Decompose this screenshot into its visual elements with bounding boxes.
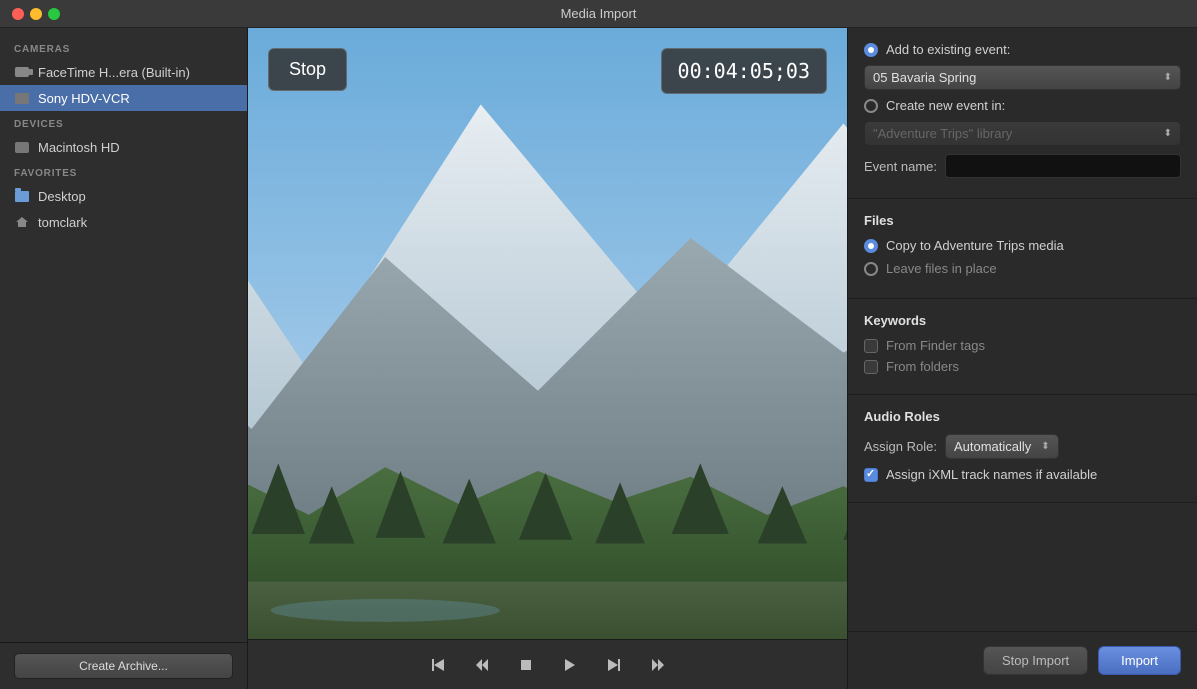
assign-role-dropdown[interactable]: Automatically ⬍ [945, 434, 1059, 459]
right-panel: Add to existing event: 05 Bavaria Spring… [847, 28, 1197, 689]
dropdown-arrow-icon: ⬍ [1164, 128, 1172, 139]
video-container: Stop 00:04:05;03 [248, 28, 847, 639]
files-section: Files Copy to Adventure Trips media Leav… [848, 199, 1197, 299]
sidebar-item-label: tomclark [38, 215, 87, 230]
camera-icon [14, 64, 30, 80]
leave-files-label: Leave files in place [886, 261, 997, 276]
ixml-label: Assign iXML track names if available [886, 467, 1097, 482]
sidebar-item-facetime[interactable]: FaceTime H...era (Built-in) [0, 59, 247, 85]
playback-controls [248, 639, 847, 689]
sidebar-item-tomclark[interactable]: tomclark [0, 209, 247, 235]
add-to-existing-radio[interactable] [864, 43, 878, 57]
stop-button[interactable] [512, 651, 540, 679]
create-new-event-radio[interactable] [864, 99, 878, 113]
video-preview: Stop 00:04:05;03 [248, 28, 847, 639]
add-to-existing-row: Add to existing event: [864, 42, 1181, 57]
home-icon [14, 214, 30, 230]
favorites-section-label: FAVORITES [0, 160, 247, 183]
mountain-scene [248, 28, 847, 639]
traffic-lights [12, 8, 60, 20]
cameras-section-label: CAMERAS [0, 36, 247, 59]
sidebar: CAMERAS FaceTime H...era (Built-in) Sony… [0, 28, 248, 689]
fast-forward-button[interactable] [644, 651, 672, 679]
maximize-button[interactable] [48, 8, 60, 20]
copy-to-media-row: Copy to Adventure Trips media [864, 238, 1181, 253]
audio-roles-title: Audio Roles [864, 409, 1181, 424]
leave-files-radio[interactable] [864, 262, 878, 276]
role-dropdown-arrow-icon: ⬍ [1041, 441, 1049, 452]
sidebar-item-sony[interactable]: Sony HDV-VCR [0, 85, 247, 111]
files-title: Files [864, 213, 1181, 228]
sidebar-item-desktop[interactable]: Desktop [0, 183, 247, 209]
panel-spacer [848, 503, 1197, 631]
close-button[interactable] [12, 8, 24, 20]
create-new-event-row: Create new event in: [864, 98, 1181, 113]
assign-role-row: Assign Role: Automatically ⬍ [864, 434, 1181, 459]
sidebar-item-label: Sony HDV-VCR [38, 91, 130, 106]
keywords-section: Keywords From Finder tags From folders [848, 299, 1197, 395]
stop-import-button[interactable]: Stop Import [983, 646, 1088, 675]
leave-files-row: Leave files in place [864, 261, 1181, 276]
existing-event-dropdown[interactable]: 05 Bavaria Spring ⬍ [864, 65, 1181, 90]
finder-tags-row: From Finder tags [864, 338, 1181, 353]
panel-footer: Stop Import Import [848, 631, 1197, 689]
assign-role-value: Automatically [954, 439, 1031, 454]
center-area: Stop 00:04:05;03 [248, 28, 847, 689]
copy-to-media-radio[interactable] [864, 239, 878, 253]
ixml-checkbox[interactable] [864, 468, 878, 482]
event-name-row: Event name: [864, 154, 1181, 178]
assign-role-label: Assign Role: [864, 439, 937, 454]
sidebar-content: CAMERAS FaceTime H...era (Built-in) Sony… [0, 28, 247, 642]
from-folders-row: From folders [864, 359, 1181, 374]
dropdown-arrow-icon: ⬍ [1164, 72, 1172, 83]
add-to-existing-label: Add to existing event: [886, 42, 1010, 57]
event-name-input[interactable] [945, 154, 1181, 178]
minimize-button[interactable] [30, 8, 42, 20]
play-button[interactable] [556, 651, 584, 679]
tape-icon [14, 90, 30, 106]
sidebar-item-macintosh[interactable]: Macintosh HD [0, 134, 247, 160]
copy-to-media-label: Copy to Adventure Trips media [886, 238, 1064, 253]
from-folders-checkbox[interactable] [864, 360, 878, 374]
mountain-svg [248, 28, 847, 639]
stop-overlay-button[interactable]: Stop [268, 48, 347, 91]
existing-event-value: 05 Bavaria Spring [873, 70, 976, 85]
skip-to-end-button[interactable] [600, 651, 628, 679]
sidebar-item-label: Desktop [38, 189, 86, 204]
finder-tags-label: From Finder tags [886, 338, 985, 353]
ixml-row: Assign iXML track names if available [864, 467, 1181, 482]
titlebar: Media Import [0, 0, 1197, 28]
from-folders-label: From folders [886, 359, 959, 374]
main-layout: CAMERAS FaceTime H...era (Built-in) Sony… [0, 28, 1197, 689]
library-dropdown[interactable]: "Adventure Trips" library ⬍ [864, 121, 1181, 146]
sidebar-item-label: FaceTime H...era (Built-in) [38, 65, 190, 80]
sidebar-footer: Create Archive... [0, 642, 247, 689]
library-placeholder: "Adventure Trips" library [873, 126, 1012, 141]
audio-roles-section: Audio Roles Assign Role: Automatically ⬍… [848, 395, 1197, 503]
event-section: Add to existing event: 05 Bavaria Spring… [848, 28, 1197, 199]
event-name-label: Event name: [864, 159, 937, 174]
window-title: Media Import [561, 6, 637, 21]
timecode-display: 00:04:05;03 [661, 48, 827, 94]
desktop-icon [14, 188, 30, 204]
import-button[interactable]: Import [1098, 646, 1181, 675]
create-new-event-label: Create new event in: [886, 98, 1005, 113]
skip-to-beginning-button[interactable] [424, 651, 452, 679]
create-archive-button[interactable]: Create Archive... [14, 653, 233, 679]
step-back-button[interactable] [468, 651, 496, 679]
devices-section-label: DEVICES [0, 111, 247, 134]
finder-tags-checkbox[interactable] [864, 339, 878, 353]
drive-icon [14, 139, 30, 155]
keywords-title: Keywords [864, 313, 1181, 328]
sidebar-item-label: Macintosh HD [38, 140, 120, 155]
